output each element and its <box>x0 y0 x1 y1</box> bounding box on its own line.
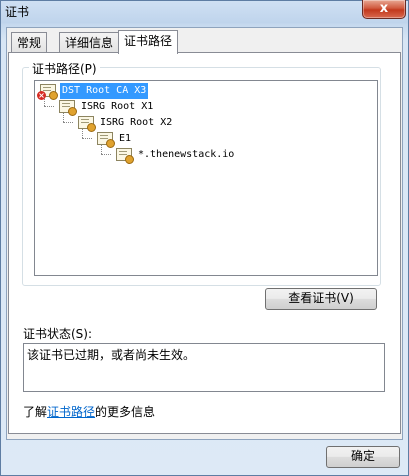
certificate-icon <box>78 116 96 132</box>
status-text: 该证书已过期，或者尚未生效。 <box>27 348 196 362</box>
tree-connector <box>82 138 92 139</box>
tab-general[interactable]: 常规 <box>11 32 48 53</box>
learn-more-prefix: 了解 <box>23 405 48 419</box>
cert-path-group-label: 证书路径(P) <box>29 60 100 77</box>
ok-button[interactable]: 确定 <box>326 446 400 468</box>
learn-more-suffix: 的更多信息 <box>95 405 156 419</box>
tree-node-label: *.thenewstack.io <box>138 149 235 160</box>
certificate-icon <box>116 148 134 164</box>
certificate-icon <box>59 100 77 116</box>
tab-details-label: 详细信息 <box>65 36 114 50</box>
tab-panel: 证书路径(P) × DST Root CA X3 ISRG Root X1 IS… <box>8 52 401 434</box>
learn-more-text: 了解证书路径的更多信息 <box>23 403 155 420</box>
tab-general-label: 常规 <box>17 36 42 50</box>
status-label: 证书状态(S): <box>23 327 93 341</box>
close-button[interactable]: x <box>362 0 406 19</box>
tab-certification-path-label: 证书路径 <box>124 34 173 48</box>
tree-connector <box>44 106 54 107</box>
close-icon: x <box>379 1 389 16</box>
status-textbox[interactable]: 该证书已过期，或者尚未生效。 <box>23 343 385 392</box>
tree-connector <box>63 122 73 123</box>
window-title: 证书 <box>5 5 30 19</box>
certificate-icon <box>97 132 115 148</box>
learn-more-link[interactable]: 证书路径 <box>47 405 95 419</box>
tab-certification-path[interactable]: 证书路径 <box>118 30 179 54</box>
tree-node-label: DST Root CA X3 <box>58 82 150 100</box>
cert-path-tree[interactable]: × DST Root CA X3 ISRG Root X1 ISRG Root … <box>34 80 378 276</box>
tree-node-label: ISRG Root X1 <box>81 101 154 112</box>
tree-node-label: E1 <box>119 133 132 144</box>
tree-connector <box>101 154 111 155</box>
view-certificate-button[interactable]: 查看证书(V) <box>265 288 377 310</box>
certificate-error-icon: × <box>37 84 58 100</box>
tab-details[interactable]: 详细信息 <box>59 32 120 53</box>
tree-node-label: ISRG Root X2 <box>100 117 173 128</box>
